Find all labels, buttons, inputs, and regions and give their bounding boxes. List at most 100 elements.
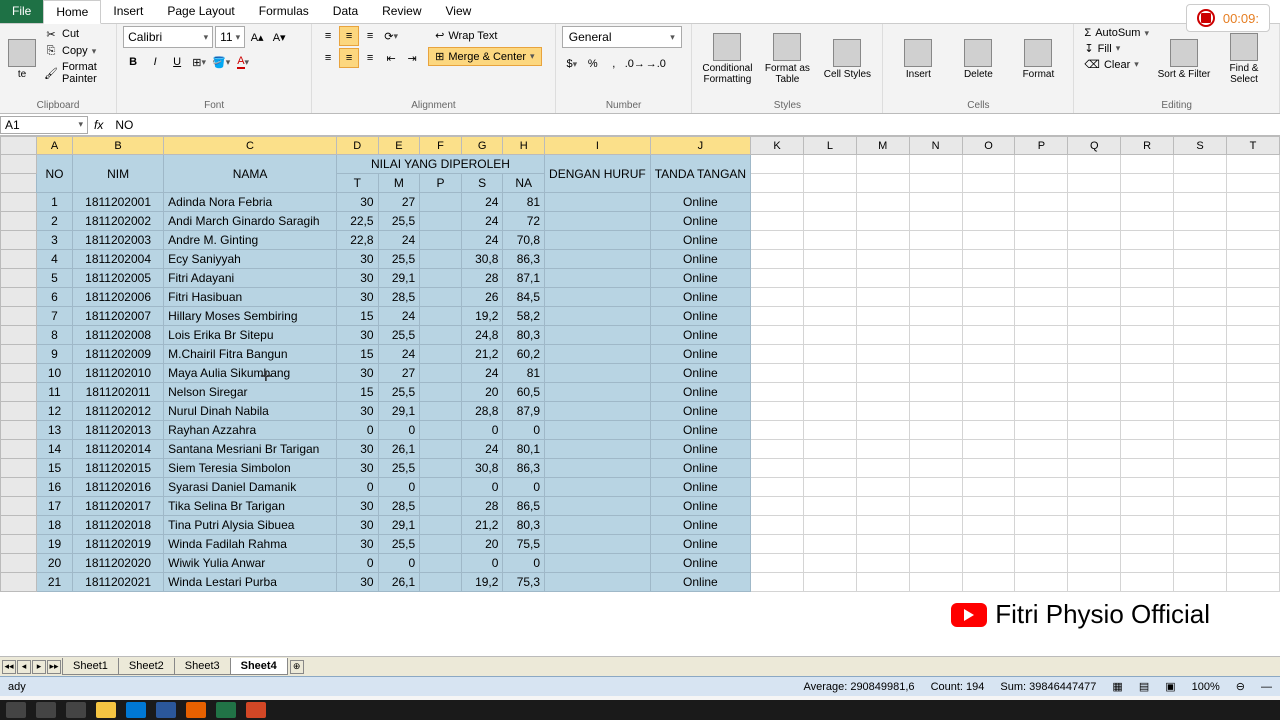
font-size-select[interactable]: 11▾ [215, 26, 245, 48]
orientation-button[interactable]: ⟳▾ [381, 26, 401, 46]
cell[interactable]: 0 [336, 478, 378, 497]
cell[interactable] [1121, 554, 1174, 573]
cell[interactable]: 24 [461, 231, 503, 250]
cell[interactable] [909, 212, 962, 231]
row-header[interactable] [1, 212, 37, 231]
sheet-tab-sheet3[interactable]: Sheet3 [174, 658, 231, 675]
cell[interactable] [803, 554, 856, 573]
cell[interactable]: 11 [37, 383, 73, 402]
cell[interactable]: 24,8 [461, 326, 503, 345]
cell[interactable] [420, 478, 462, 497]
cell[interactable]: 1811202021 [73, 573, 164, 592]
cell[interactable] [1174, 174, 1227, 193]
cell[interactable]: 0 [336, 421, 378, 440]
cell[interactable] [1015, 535, 1068, 554]
cell[interactable] [1015, 459, 1068, 478]
cell[interactable] [420, 421, 462, 440]
cell[interactable] [962, 364, 1015, 383]
cell[interactable] [1121, 459, 1174, 478]
cell[interactable] [1226, 326, 1279, 345]
cell[interactable]: 25,5 [378, 383, 420, 402]
cell[interactable] [1121, 193, 1174, 212]
align-center-button[interactable]: ≡ [339, 48, 359, 68]
cell[interactable] [545, 459, 651, 478]
cell[interactable]: Winda Fadilah Rahma [164, 535, 337, 554]
row-header[interactable] [1, 155, 37, 174]
cell[interactable]: 1811202002 [73, 212, 164, 231]
cell[interactable] [962, 516, 1015, 535]
cell[interactable] [1068, 250, 1121, 269]
cell[interactable] [1121, 573, 1174, 592]
cell[interactable] [909, 554, 962, 573]
cell[interactable]: 86,3 [503, 250, 545, 269]
cell[interactable] [962, 383, 1015, 402]
sheet-nav-last[interactable]: ▸▸ [47, 660, 61, 674]
cell[interactable]: 30 [336, 250, 378, 269]
cell[interactable] [1226, 307, 1279, 326]
cell[interactable] [420, 212, 462, 231]
sort-filter-button[interactable]: Sort & Filter [1155, 26, 1213, 92]
cell[interactable]: Online [650, 535, 750, 554]
sheet-tab-sheet4[interactable]: Sheet4 [230, 658, 288, 675]
cell[interactable]: 1811202014 [73, 440, 164, 459]
cell[interactable] [909, 402, 962, 421]
cell[interactable]: 80,3 [503, 326, 545, 345]
cell[interactable]: NO [37, 155, 73, 193]
cell[interactable] [1068, 516, 1121, 535]
cell[interactable] [856, 459, 909, 478]
cell[interactable] [420, 535, 462, 554]
row-header[interactable] [1, 345, 37, 364]
cell[interactable] [1174, 212, 1227, 231]
cell[interactable] [1068, 193, 1121, 212]
cell[interactable] [909, 535, 962, 554]
cell[interactable] [909, 345, 962, 364]
view-layout-icon[interactable]: ▤ [1139, 680, 1149, 693]
cell[interactable] [909, 307, 962, 326]
cell[interactable] [1226, 212, 1279, 231]
zoom-level[interactable]: 100% [1192, 681, 1220, 693]
cell[interactable]: 20 [37, 554, 73, 573]
cell[interactable]: 0 [503, 554, 545, 573]
cell[interactable] [1174, 459, 1227, 478]
cell[interactable] [545, 364, 651, 383]
cell[interactable] [1015, 250, 1068, 269]
conditional-formatting-button[interactable]: Conditional Formatting [698, 26, 756, 92]
autosum-button[interactable]: ΣAutoSum ▾ [1080, 26, 1153, 40]
cell[interactable] [1174, 345, 1227, 364]
cell[interactable]: 30 [336, 326, 378, 345]
cell[interactable]: 1811202007 [73, 307, 164, 326]
cell[interactable]: Online [650, 440, 750, 459]
cell[interactable]: 24 [461, 212, 503, 231]
cell[interactable] [962, 402, 1015, 421]
row-header[interactable] [1, 440, 37, 459]
cell[interactable] [803, 516, 856, 535]
cell[interactable] [751, 516, 804, 535]
cell[interactable] [1121, 364, 1174, 383]
cell[interactable]: 20 [461, 383, 503, 402]
cell[interactable]: 5 [37, 269, 73, 288]
cell[interactable] [1121, 231, 1174, 250]
cell[interactable] [962, 497, 1015, 516]
fill-color-button[interactable]: 🪣▾ [211, 52, 231, 72]
cell[interactable] [856, 440, 909, 459]
cell[interactable] [1015, 269, 1068, 288]
cell[interactable]: Maya Aulia Sikumbang [164, 364, 337, 383]
cell[interactable] [1121, 345, 1174, 364]
cell[interactable] [909, 174, 962, 193]
cell[interactable] [1068, 307, 1121, 326]
cell[interactable]: 18 [37, 516, 73, 535]
cell[interactable]: 19 [37, 535, 73, 554]
cell[interactable] [1226, 497, 1279, 516]
comma-button[interactable]: , [604, 54, 624, 74]
format-painter-button[interactable]: 🖌Format Painter [40, 60, 110, 86]
cell[interactable] [856, 364, 909, 383]
cell[interactable] [1226, 478, 1279, 497]
dec-decimal-button[interactable]: →.0 [646, 54, 666, 74]
cell[interactable] [1068, 364, 1121, 383]
row-header[interactable] [1, 193, 37, 212]
cell[interactable]: 30,8 [461, 250, 503, 269]
cell[interactable] [545, 535, 651, 554]
cell[interactable] [1068, 421, 1121, 440]
cell[interactable] [751, 269, 804, 288]
cell[interactable]: 30,8 [461, 459, 503, 478]
